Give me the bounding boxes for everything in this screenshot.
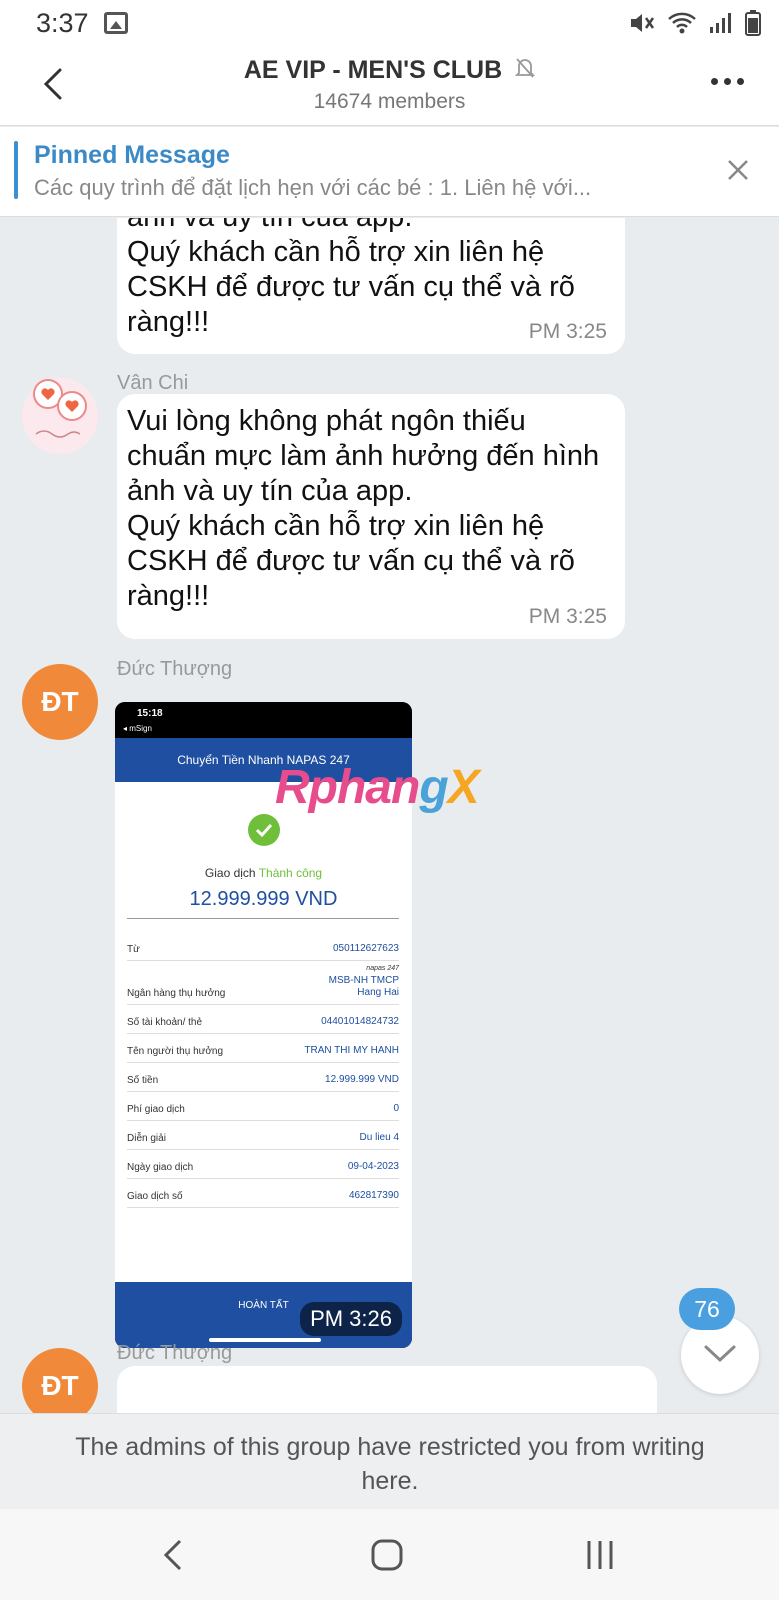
system-icons (629, 10, 761, 41)
receipt-details: Từ 050112627623 Ngân hàng thụ hưởng napas … (127, 932, 399, 1208)
receipt-row: Số tiền 12.999.999 VND (127, 1063, 399, 1092)
receipt-row: Từ 050112627623 (127, 932, 399, 961)
row-value: 050112627623 (333, 943, 399, 954)
group-name: AE VIP - MEN'S CLUB (243, 56, 503, 84)
row-value: 09-04-2023 (347, 1161, 399, 1172)
group-title[interactable]: AE VIP - MEN'S CLUB (0, 56, 779, 86)
bell-muted-icon (514, 57, 536, 86)
transaction-status: Giao dịch Thành công (115, 866, 412, 880)
row-key: Ngày giao dịch (127, 1162, 194, 1173)
wifi-icon (667, 12, 697, 39)
status-bar: 3:37 (0, 0, 779, 48)
row-value: 462817390 (348, 1190, 399, 1201)
message-time: PM 3:25 (528, 320, 607, 343)
row-key: Ngân hàng thụ hưởng (127, 988, 226, 999)
system-nav-bar (0, 1509, 779, 1600)
row-key: Số tài khoản/ thẻ (127, 1017, 203, 1028)
row-value: 0 (393, 1103, 399, 1114)
row-value-text: MSB-NH TMCP Hang Hai (328, 975, 399, 998)
close-pinned-button[interactable] (723, 155, 753, 185)
chat-header: AE VIP - MEN'S CLUB 14674 members (0, 48, 779, 126)
chevron-down-icon (704, 1345, 736, 1363)
row-key: Tên người thụ hưởng (127, 1046, 224, 1057)
receipt-row: Phí giao dịch 0 (127, 1092, 399, 1121)
signal-icon (709, 12, 733, 39)
row-value: napas 247 MSB-NH TMCP Hang Hai (329, 963, 399, 999)
battery-icon (745, 10, 761, 41)
message-time: PM 3:26 (300, 1302, 402, 1336)
nav-recents-icon (587, 1541, 613, 1569)
receipt-row: Giao dịch số 462817390 (127, 1179, 399, 1208)
close-icon (728, 160, 748, 180)
message-bubble[interactable] (117, 1366, 657, 1413)
pinned-message-bar[interactable]: Pinned Message Các quy trình để đặt lịch… (0, 127, 779, 217)
transaction-amount: 12.999.999 VND (189, 888, 338, 910)
sender-name[interactable]: Vân Chi (117, 372, 188, 395)
photo-app-label: ◂ mSign (123, 724, 152, 733)
receipt-row: Ngày giao dịch 09-04-2023 (127, 1150, 399, 1179)
gallery-notification-icon (104, 12, 128, 34)
restriction-banner: The admins of this group have restricted… (0, 1413, 779, 1509)
avatar[interactable] (22, 378, 98, 454)
pinned-text: Các quy trình để đặt lịch hẹn với các bé… (34, 175, 592, 200)
watermark-part: Rphan (275, 761, 420, 814)
row-value: TRAN THI MY HANH (304, 1045, 399, 1056)
status-time: 3:37 (36, 8, 89, 38)
row-key: Diễn giải (127, 1133, 166, 1144)
pinned-accent-bar (14, 141, 18, 199)
avatar[interactable]: ĐT (22, 664, 98, 740)
nav-recents-button[interactable] (584, 1537, 616, 1578)
mute-icon (629, 12, 655, 39)
row-value: 04401014824732 (321, 1016, 399, 1027)
status-ok: Thành công (258, 866, 323, 880)
receipt-row: Số tài khoản/ thẻ 04401014824732 (127, 1005, 399, 1034)
sender-name[interactable]: Đức Thượng (117, 1342, 232, 1365)
sender-name[interactable]: Đức Thượng (117, 658, 232, 681)
row-value: 12.999.999 VND (325, 1074, 399, 1085)
nav-home-icon (371, 1539, 403, 1571)
message-bubble[interactable]: Vui lòng không phát ngôn thiếu chuẩn mực… (117, 394, 625, 639)
row-value: Du lieu 4 (359, 1132, 399, 1143)
photo-body: Giao dịch Thành công 12.999.999 VND Từ 05… (115, 782, 412, 1282)
watermark-part: g (419, 761, 448, 814)
message-bubble[interactable]: ảnh và uy tín của app. Quý khách cần hỗ … (117, 218, 625, 354)
watermark-logo: RphangX (275, 760, 480, 815)
unread-count-badge[interactable]: 76 (679, 1288, 735, 1330)
receipt-row: Ngân hàng thụ hưởng napas 247 MSB-NH TMCP … (127, 961, 399, 1005)
nav-back-button[interactable] (158, 1537, 188, 1578)
watermark-part: X (447, 761, 480, 814)
message-list[interactable]: ảnh và uy tín của app. Quý khách cần hỗ … (0, 218, 779, 1413)
receipt-row: Tên người thụ hưởng TRAN THI MY HANH (127, 1034, 399, 1063)
photo-status-bar: 15:18 ◂ mSign (115, 702, 412, 738)
nav-home-button[interactable] (370, 1537, 404, 1578)
dot-icon (711, 78, 718, 85)
row-key: Từ (127, 944, 140, 955)
restriction-text: The admins of this group have restricted… (75, 1433, 705, 1495)
napas-logo: napas 247 (366, 965, 399, 972)
photo-time: 15:18 (137, 708, 163, 719)
divider (127, 918, 399, 919)
receipt-row: Diễn giải Du lieu 4 (127, 1121, 399, 1150)
more-options-button[interactable] (711, 78, 751, 90)
row-key: Phí giao dịch (127, 1104, 185, 1115)
member-count: 14674 members (313, 90, 466, 113)
dot-icon (724, 78, 731, 85)
message-time: PM 3:25 (528, 605, 607, 628)
message-text: Vui lòng không phát ngôn thiếu chuẩn mực… (127, 405, 600, 612)
nav-back-icon (163, 1539, 182, 1571)
checkmark-icon (248, 814, 280, 846)
pinned-title: Pinned Message (34, 141, 230, 169)
status-prefix: Giao dịch (204, 866, 259, 880)
heart-avatar-icon (33, 379, 87, 438)
row-key: Giao dịch số (127, 1191, 183, 1202)
avatar[interactable]: ĐT (22, 1348, 98, 1413)
dot-icon (737, 78, 744, 85)
row-key: Số tiền (127, 1075, 159, 1086)
